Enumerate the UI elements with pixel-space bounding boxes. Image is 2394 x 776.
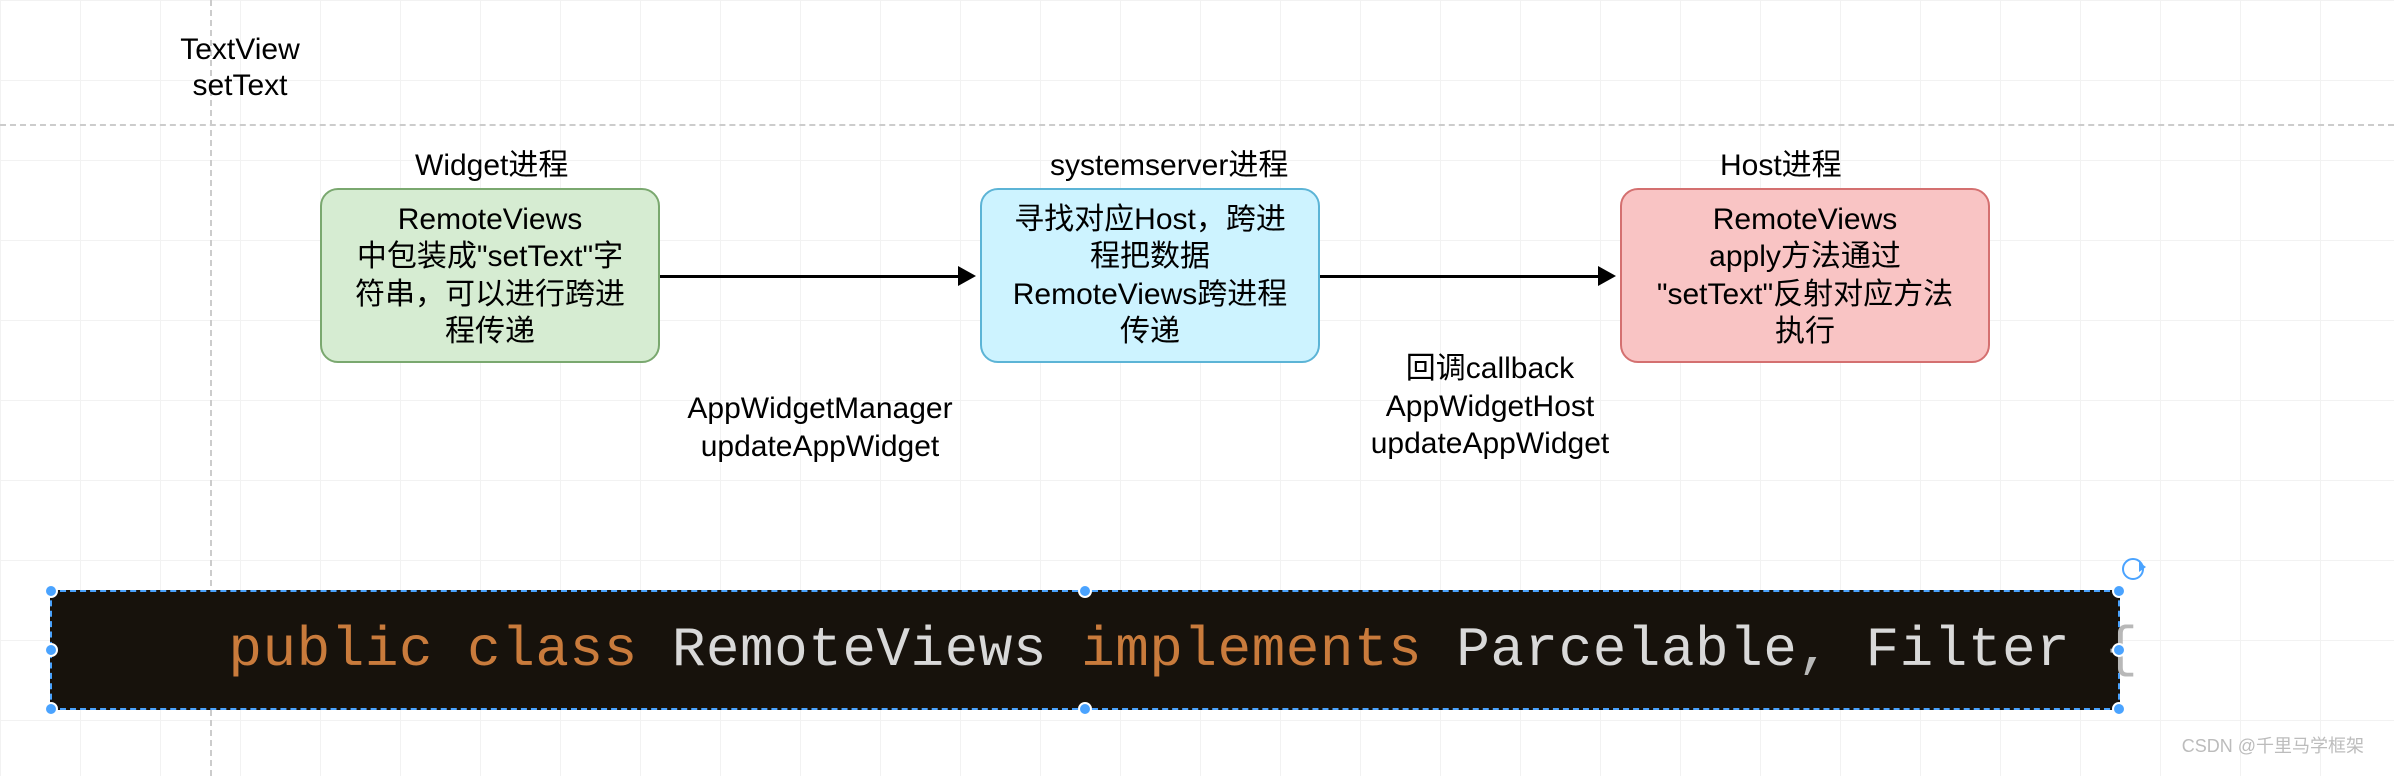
arrow-server-to-host xyxy=(1320,275,1600,278)
dashed-guide-horizontal xyxy=(0,124,2394,126)
server-node-line2: 程把数据 xyxy=(1090,238,1210,276)
edge1-line2: updateAppWidget xyxy=(660,428,980,466)
selection-handle-ne[interactable] xyxy=(2112,584,2126,598)
edge-label-1: AppWidgetManager updateAppWidget xyxy=(660,390,980,465)
token-filter: Filter xyxy=(1866,618,2071,682)
token-public: public xyxy=(228,618,433,682)
widget-node-line3: 符串，可以进行跨进 xyxy=(355,276,625,314)
edge2-line1: 回调callback xyxy=(1340,350,1640,388)
host-node-line3: "setText"反射对应方法 xyxy=(1657,276,1953,314)
code-screenshot[interactable]: public class RemoteViews implements Parc… xyxy=(50,590,2120,710)
host-node-line1: RemoteViews xyxy=(1713,201,1898,239)
token-remoteviews: RemoteViews xyxy=(672,618,1047,682)
widget-process-node: RemoteViews 中包装成"setText"字 符串，可以进行跨进 程传递 xyxy=(320,188,660,363)
column-title-server: systemserver进程 xyxy=(1050,140,1288,184)
edge2-line2: AppWidgetHost xyxy=(1340,388,1640,426)
selection-handle-sw[interactable] xyxy=(44,702,58,716)
edge1-line1: AppWidgetManager xyxy=(660,390,980,428)
widget-node-line4: 程传递 xyxy=(445,313,535,351)
column-title-host: Host进程 xyxy=(1720,140,1842,184)
column-title-widget: Widget进程 xyxy=(415,140,568,184)
edge-label-2: 回调callback AppWidgetHost updateAppWidget xyxy=(1340,350,1640,463)
server-node-line3: RemoteViews跨进程 xyxy=(1013,276,1288,314)
rotate-handle-icon[interactable] xyxy=(2122,558,2144,580)
host-node-line2: apply方法通过 xyxy=(1709,238,1901,276)
token-parcelable: Parcelable xyxy=(1456,618,1797,682)
selection-handle-w[interactable] xyxy=(44,643,58,657)
arrow-head-1 xyxy=(958,266,976,286)
widget-node-line2: 中包装成"setText"字 xyxy=(357,238,623,276)
server-node-line4: 传递 xyxy=(1120,313,1180,351)
top-left-label-line2: setText xyxy=(145,68,335,104)
watermark: CSDN @千里马学框架 xyxy=(2182,732,2364,758)
selection-handle-se[interactable] xyxy=(2112,702,2126,716)
selection-handle-s[interactable] xyxy=(1078,702,1092,716)
token-implements: implements xyxy=(1081,618,1422,682)
server-node-line1: 寻找对应Host，跨进 xyxy=(1014,201,1286,239)
selection-handle-e[interactable] xyxy=(2112,643,2126,657)
selection-handle-nw[interactable] xyxy=(44,584,58,598)
host-node-line4: 执行 xyxy=(1775,313,1835,351)
selection-handle-n[interactable] xyxy=(1078,584,1092,598)
widget-node-line1: RemoteViews xyxy=(398,201,583,239)
arrow-head-2 xyxy=(1598,266,1616,286)
code-line: public class RemoteViews implements Parc… xyxy=(92,554,2138,746)
top-left-label-line1: TextView xyxy=(145,32,335,68)
host-process-node: RemoteViews apply方法通过 "setText"反射对应方法 执行 xyxy=(1620,188,1990,363)
arrow-widget-to-server xyxy=(660,275,960,278)
token-comma: , xyxy=(1797,618,1831,682)
token-class: class xyxy=(467,618,638,682)
systemserver-process-node: 寻找对应Host，跨进 程把数据 RemoteViews跨进程 传递 xyxy=(980,188,1320,363)
edge2-line3: updateAppWidget xyxy=(1340,425,1640,463)
top-left-label: TextView setText xyxy=(145,32,335,104)
